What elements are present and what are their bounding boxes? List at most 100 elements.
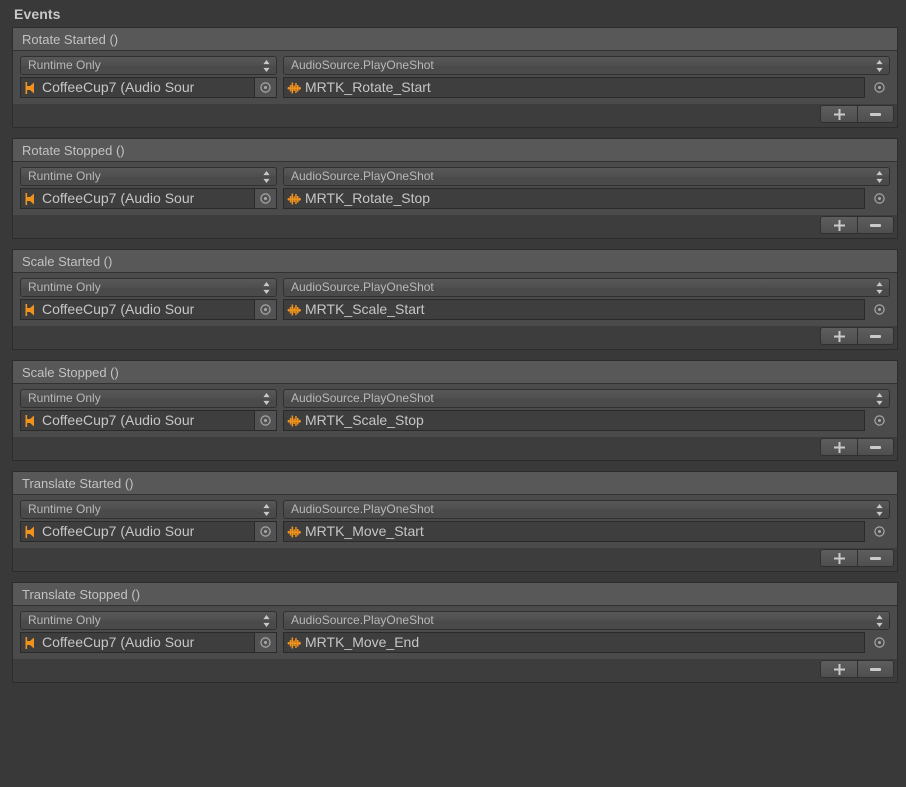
remove-listener-button[interactable]: [857, 660, 894, 678]
event-block: Rotate Started () Runtime Only CoffeeCup…: [12, 27, 898, 104]
target-object-field[interactable]: CoffeeCup7 (Audio Sour: [20, 299, 255, 320]
target-object-field[interactable]: CoffeeCup7 (Audio Sour: [20, 521, 255, 542]
call-function-label: AudioSource.PlayOneShot: [291, 391, 434, 405]
remove-listener-button[interactable]: [857, 549, 894, 567]
call-function-dropdown[interactable]: AudioSource.PlayOneShot: [283, 611, 890, 630]
argument-object-picker-button[interactable]: [868, 77, 890, 98]
add-listener-button[interactable]: [820, 105, 857, 123]
target-object-field[interactable]: CoffeeCup7 (Audio Sour: [20, 410, 255, 431]
argument-object-field[interactable]: MRTK_Scale_Start: [283, 299, 865, 320]
call-function-dropdown[interactable]: AudioSource.PlayOneShot: [283, 278, 890, 297]
event-list-buttons: [820, 438, 894, 456]
call-function-dropdown[interactable]: AudioSource.PlayOneShot: [283, 56, 890, 75]
argument-object-picker-button[interactable]: [868, 521, 890, 542]
event-call-row: Runtime Only CoffeeCup7 (Audio Sour Audi…: [20, 167, 890, 209]
call-state-dropdown[interactable]: Runtime Only: [20, 389, 277, 408]
argument-object-field[interactable]: MRTK_Scale_Stop: [283, 410, 865, 431]
remove-listener-button[interactable]: [857, 105, 894, 123]
call-state-dropdown[interactable]: Runtime Only: [20, 500, 277, 519]
target-object-field[interactable]: CoffeeCup7 (Audio Sour: [20, 77, 255, 98]
object-picker-icon: [873, 82, 885, 93]
event-list-buttons: [820, 105, 894, 123]
call-function-dropdown[interactable]: AudioSource.PlayOneShot: [283, 167, 890, 186]
call-state-label: Runtime Only: [28, 58, 101, 72]
target-object-picker-button[interactable]: [255, 410, 277, 431]
event-entry-2: Rotate Stopped () Runtime Only CoffeeCup…: [0, 138, 906, 239]
target-object-picker-button[interactable]: [255, 521, 277, 542]
event-list-buttons: [820, 216, 894, 234]
target-object-label: CoffeeCup7 (Audio Sour: [42, 523, 195, 539]
argument-field-wrap: MRTK_Move_Start: [283, 521, 890, 542]
plus-icon: [833, 663, 845, 675]
call-target-column: Runtime Only CoffeeCup7 (Audio Sour: [20, 167, 277, 209]
argument-object-picker-button[interactable]: [868, 299, 890, 320]
target-object-picker-button[interactable]: [255, 632, 277, 653]
remove-listener-button[interactable]: [857, 216, 894, 234]
event-call-row: Runtime Only CoffeeCup7 (Audio Sour Audi…: [20, 500, 890, 542]
event-footer: [12, 215, 898, 239]
event-footer: [12, 437, 898, 461]
minus-icon: [870, 556, 881, 560]
waveform-icon: [287, 413, 303, 429]
argument-object-field[interactable]: MRTK_Rotate_Start: [283, 77, 865, 98]
target-object-field-wrap: CoffeeCup7 (Audio Sour: [20, 299, 277, 320]
call-target-column: Runtime Only CoffeeCup7 (Audio Sour: [20, 611, 277, 653]
event-separator: [0, 128, 906, 138]
argument-object-picker-button[interactable]: [868, 188, 890, 209]
plus-icon: [833, 330, 845, 342]
argument-object-field[interactable]: MRTK_Move_End: [283, 632, 865, 653]
call-state-dropdown[interactable]: Runtime Only: [20, 278, 277, 297]
waveform-icon: [287, 635, 303, 651]
target-object-field[interactable]: CoffeeCup7 (Audio Sour: [20, 632, 255, 653]
target-object-picker-button[interactable]: [255, 299, 277, 320]
event-call-list: Runtime Only CoffeeCup7 (Audio Sour Audi…: [13, 384, 897, 437]
call-state-label: Runtime Only: [28, 169, 101, 183]
event-block: Scale Stopped () Runtime Only CoffeeCup7…: [12, 360, 898, 437]
event-separator: [0, 572, 906, 582]
argument-object-picker-button[interactable]: [868, 632, 890, 653]
call-function-dropdown[interactable]: AudioSource.PlayOneShot: [283, 389, 890, 408]
speaker-icon: [24, 80, 40, 96]
add-listener-button[interactable]: [820, 327, 857, 345]
target-object-field-wrap: CoffeeCup7 (Audio Sour: [20, 632, 277, 653]
argument-object-field[interactable]: MRTK_Move_Start: [283, 521, 865, 542]
event-footer: [12, 659, 898, 683]
remove-listener-button[interactable]: [857, 327, 894, 345]
argument-object-field[interactable]: MRTK_Rotate_Stop: [283, 188, 865, 209]
event-call-list: Runtime Only CoffeeCup7 (Audio Sour Audi…: [13, 606, 897, 659]
target-object-field-wrap: CoffeeCup7 (Audio Sour: [20, 410, 277, 431]
target-object-picker-button[interactable]: [255, 77, 277, 98]
call-function-label: AudioSource.PlayOneShot: [291, 502, 434, 516]
call-state-dropdown[interactable]: Runtime Only: [20, 56, 277, 75]
speaker-icon: [24, 413, 40, 429]
add-listener-button[interactable]: [820, 216, 857, 234]
call-function-dropdown[interactable]: AudioSource.PlayOneShot: [283, 500, 890, 519]
call-function-label: AudioSource.PlayOneShot: [291, 169, 434, 183]
inspector-events-panel: Events Rotate Started () Runtime Only Co…: [0, 0, 906, 787]
call-target-column: Runtime Only CoffeeCup7 (Audio Sour: [20, 389, 277, 431]
call-state-dropdown[interactable]: Runtime Only: [20, 167, 277, 186]
target-object-field[interactable]: CoffeeCup7 (Audio Sour: [20, 188, 255, 209]
event-list-buttons: [820, 660, 894, 678]
target-object-label: CoffeeCup7 (Audio Sour: [42, 412, 195, 428]
add-listener-button[interactable]: [820, 438, 857, 456]
argument-object-picker-button[interactable]: [868, 410, 890, 431]
plus-icon: [833, 552, 845, 564]
argument-object-label: MRTK_Move_Start: [305, 523, 424, 539]
argument-field-wrap: MRTK_Move_End: [283, 632, 890, 653]
object-picker-icon: [260, 304, 271, 315]
event-call-row: Runtime Only CoffeeCup7 (Audio Sour Audi…: [20, 389, 890, 431]
updown-arrows-icon: [263, 170, 270, 183]
add-listener-button[interactable]: [820, 660, 857, 678]
updown-arrows-icon: [876, 392, 883, 405]
object-picker-icon: [873, 526, 885, 537]
event-separator: [0, 461, 906, 471]
updown-arrows-icon: [263, 59, 270, 72]
add-listener-button[interactable]: [820, 549, 857, 567]
event-header-label: Translate Started (): [13, 472, 897, 495]
call-state-label: Runtime Only: [28, 613, 101, 627]
remove-listener-button[interactable]: [857, 438, 894, 456]
target-object-picker-button[interactable]: [255, 188, 277, 209]
argument-object-label: MRTK_Rotate_Start: [305, 79, 431, 95]
call-state-dropdown[interactable]: Runtime Only: [20, 611, 277, 630]
